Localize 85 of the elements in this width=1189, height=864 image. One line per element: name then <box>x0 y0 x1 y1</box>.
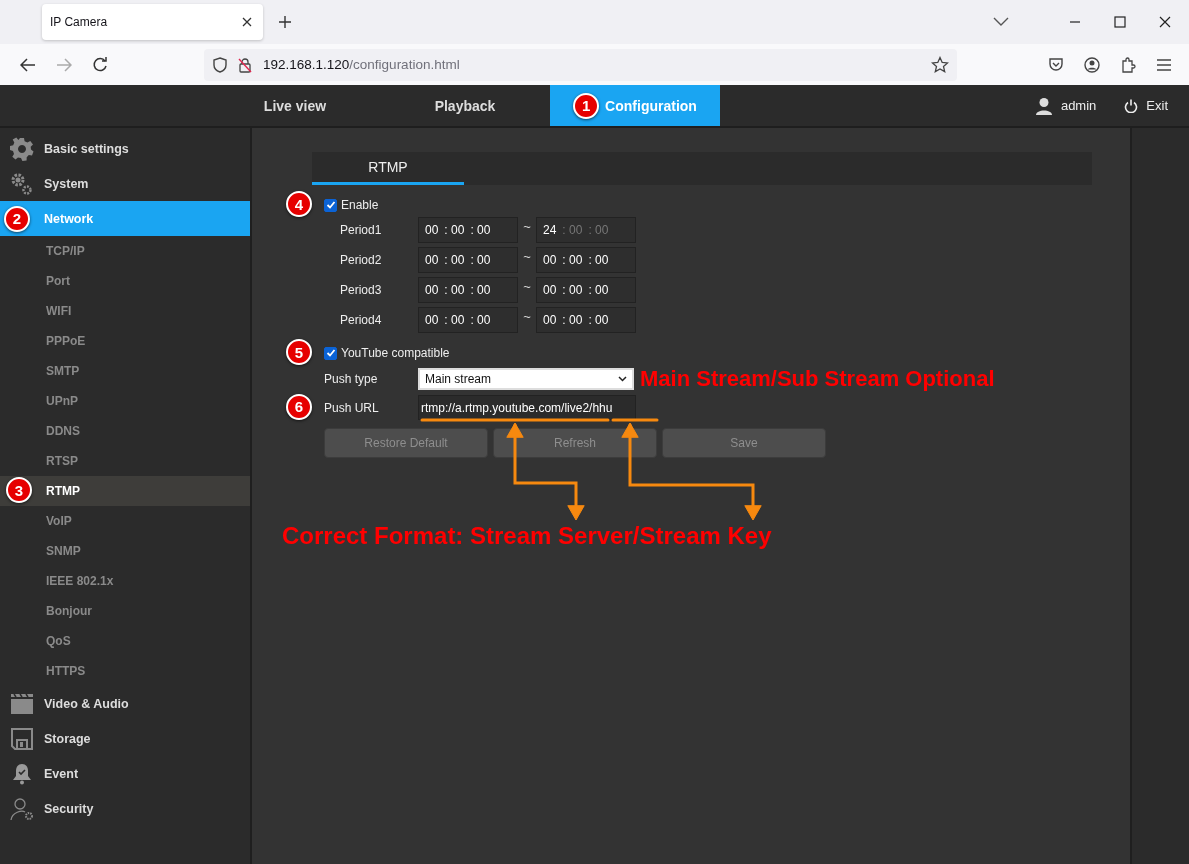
push-url-field[interactable]: rtmp://a.rtmp.youtube.com/live2/hhu <box>418 395 636 420</box>
back-arrow-icon[interactable] <box>20 57 36 72</box>
sidebar-subitem[interactable]: PPPoE <box>0 326 250 356</box>
sidebar-item[interactable]: Storage <box>0 721 250 756</box>
sidebar-item[interactable]: Event <box>0 756 250 791</box>
chevron-down-icon[interactable] <box>993 17 1009 27</box>
reload-icon[interactable] <box>92 56 108 73</box>
user-menu[interactable]: admin <box>1034 96 1097 115</box>
sidebar-subitem[interactable]: Bonjour <box>0 596 250 626</box>
number-badge: 5 <box>286 339 312 365</box>
user-icon <box>1034 96 1053 115</box>
youtube-checkbox[interactable] <box>324 346 337 360</box>
bell-icon <box>11 762 33 785</box>
close-icon[interactable] <box>241 16 253 28</box>
number-badge: 2 <box>4 205 30 232</box>
sidebar-item[interactable]: Basic settings <box>0 131 250 166</box>
enable-checkbox[interactable] <box>324 198 337 212</box>
sidebar-subitem[interactable]: RTSP <box>0 446 250 476</box>
sidebar-subitem[interactable]: IEEE 802.1x <box>0 566 250 596</box>
end-time-field[interactable]: 00 : 00 : 00 <box>536 277 636 303</box>
account-icon[interactable] <box>1084 56 1100 73</box>
period-label: Period1 <box>339 223 383 237</box>
field-label: Push type <box>324 371 379 386</box>
nav-tab[interactable]: Playback <box>380 85 550 126</box>
checkbox-label: YouTube compatible <box>341 346 450 360</box>
pocket-icon[interactable] <box>1048 56 1064 73</box>
start-time-field[interactable]: 00 : 00 : 00 <box>418 217 518 243</box>
end-time-field[interactable]: 00 : 00 : 00 <box>536 247 636 273</box>
tilde: ~ <box>522 309 532 324</box>
sidebar-subitem[interactable]: UPnP <box>0 386 250 416</box>
sidebar-subitem[interactable]: 3 RTMP <box>0 476 250 506</box>
url-text: 192.168.1.120/configuration.html <box>263 57 460 72</box>
gears-icon <box>10 171 34 196</box>
sidebar-subitem[interactable]: SNMP <box>0 536 250 566</box>
start-time-field[interactable]: 00 : 00 : 00 <box>418 247 518 273</box>
number-badge: 4 <box>286 191 312 217</box>
period-label: Period3 <box>339 283 383 297</box>
tilde: ~ <box>522 219 532 234</box>
nav-tab[interactable]: 1 Configuration <box>550 85 720 126</box>
sidebar-item[interactable]: Security <box>0 791 250 826</box>
address-bar[interactable]: 192.168.1.120/configuration.html <box>204 48 957 81</box>
browser-tab[interactable]: IP Camera <box>42 4 263 40</box>
number-badge: 6 <box>286 393 312 420</box>
sidebar-subitem[interactable]: WIFI <box>0 296 250 326</box>
puzzle-piece-icon[interactable] <box>1120 56 1136 73</box>
field-label: Push URL <box>324 400 380 415</box>
sidebar-subitem[interactable]: DDNS <box>0 416 250 446</box>
star-icon[interactable] <box>931 55 949 74</box>
start-time-field[interactable]: 00 : 00 : 00 <box>418 307 518 333</box>
number-badge: 1 <box>573 92 600 119</box>
sidebar-subitem[interactable]: Port <box>0 266 250 296</box>
sidebar-subitem[interactable]: VoIP <box>0 506 250 536</box>
plus-icon[interactable] <box>278 15 292 29</box>
tilde: ~ <box>522 279 532 294</box>
number-badge: 3 <box>6 477 32 503</box>
chevron-down-icon <box>618 375 627 382</box>
unlocked-padlock-icon[interactable] <box>238 56 252 73</box>
start-time-field[interactable]: 00 : 00 : 00 <box>418 277 518 303</box>
period-label: Period2 <box>339 253 383 267</box>
sidebar-item[interactable]: System <box>0 166 250 201</box>
annotation-text: Main Stream/Sub Stream Optional <box>640 365 995 392</box>
tab-title: IP Camera <box>50 15 108 29</box>
power-icon <box>1124 98 1139 113</box>
push-type-dropdown[interactable]: Main stream <box>418 367 634 390</box>
maximize-icon[interactable] <box>1114 16 1126 28</box>
rtmp-tab[interactable]: RTMP <box>312 152 464 185</box>
sidebar-subitem[interactable]: TCP/IP <box>0 236 250 266</box>
clapperboard-icon <box>10 692 34 715</box>
close-icon[interactable] <box>1159 16 1171 28</box>
sidebar-subitem[interactable]: HTTPS <box>0 656 250 686</box>
exit-button[interactable]: Exit <box>1124 98 1168 113</box>
gear-icon <box>10 136 34 161</box>
sidebar-subitem[interactable]: SMTP <box>0 356 250 386</box>
shield-icon[interactable] <box>213 56 227 73</box>
checkbox-label: Enable <box>341 198 379 212</box>
end-time-field[interactable]: 00 : 00 : 00 <box>536 307 636 333</box>
annotation-text: Correct Format: Stream Server/Stream Key <box>282 522 773 550</box>
user-settings-icon <box>10 796 34 821</box>
sidebar-subitem[interactable]: QoS <box>0 626 250 656</box>
period-label: Period4 <box>339 313 383 327</box>
sidebar-item[interactable]: 2 Network <box>0 201 250 236</box>
nav-tab[interactable]: Live view <box>210 85 380 126</box>
tilde: ~ <box>522 249 532 264</box>
sidebar-item[interactable]: Video & Audio <box>0 686 250 721</box>
menu-icon[interactable] <box>1156 57 1172 72</box>
